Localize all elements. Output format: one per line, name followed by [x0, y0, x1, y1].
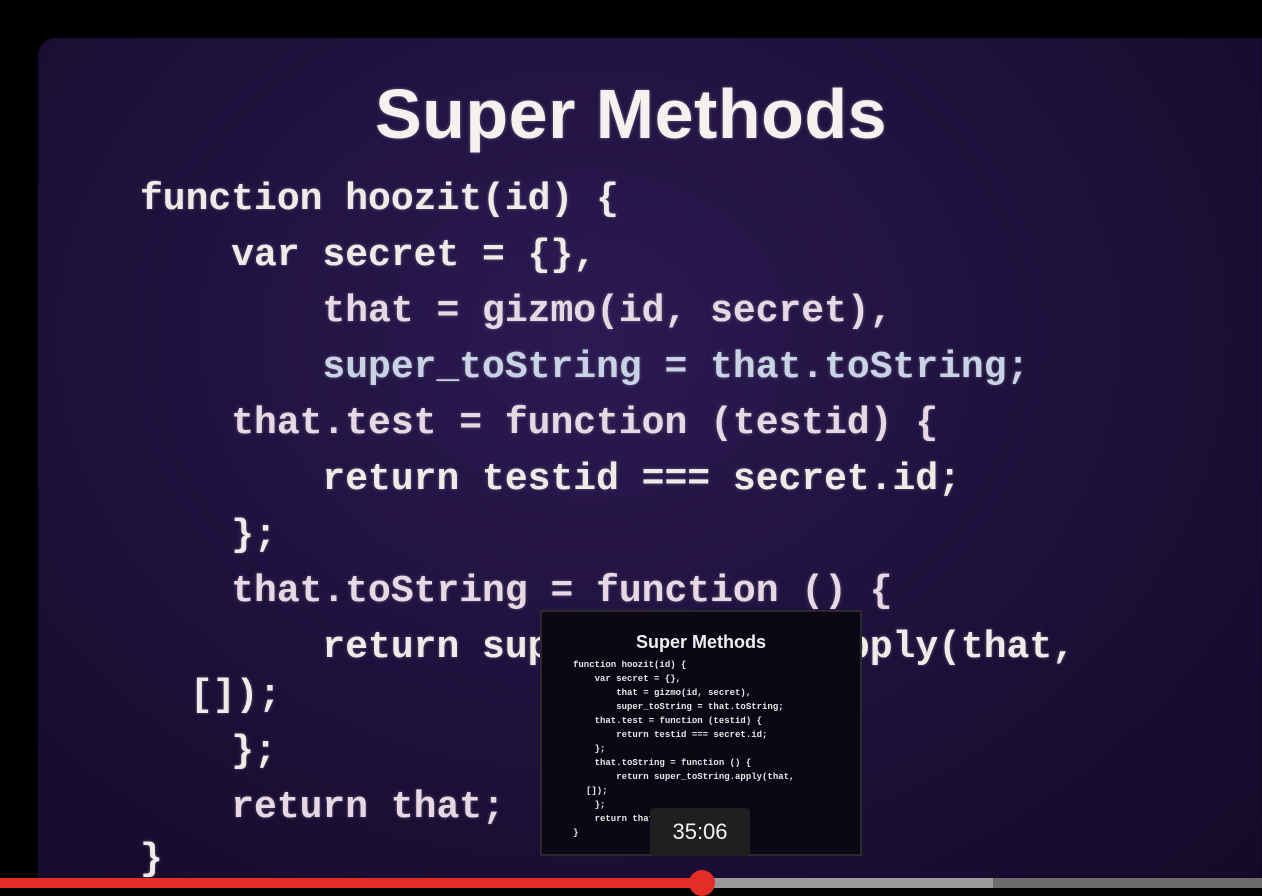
code-line: return that;	[140, 786, 505, 829]
preview-code-line: super_toString = that.toString;	[573, 702, 784, 712]
code-line: that.test = function (testid) {	[140, 402, 939, 445]
preview-code-line: function hoozit(id) {	[573, 660, 687, 670]
code-line: that = gizmo(id, secret),	[140, 290, 893, 333]
code-line: super_toString = that.toString;	[140, 346, 1030, 389]
code-line: []);	[190, 674, 282, 717]
progress-bar[interactable]	[0, 878, 1262, 888]
preview-code-line: };	[573, 800, 606, 810]
code-line: that.toString = function () {	[140, 570, 893, 613]
video-frame[interactable]: Super Methods function hoozit(id) { var …	[0, 0, 1262, 888]
code-line: };	[140, 730, 277, 773]
preview-code-line: return super_toString.apply(that,	[573, 772, 795, 782]
preview-code-line: return that;	[573, 814, 660, 824]
progress-scrubber-handle[interactable]	[688, 870, 715, 896]
code-line: var secret = {},	[140, 234, 597, 277]
preview-code-line: return testid === secret.id;	[573, 730, 768, 740]
preview-code-line: that.test = function (testid) {	[573, 716, 763, 726]
preview-code-line: var secret = {},	[573, 674, 682, 684]
preview-code-line: }	[573, 828, 579, 838]
code-line: function hoozit(id) {	[140, 178, 619, 221]
preview-code-line: that.toString = function () {	[573, 758, 752, 768]
code-line: };	[140, 514, 277, 557]
progress-played	[0, 878, 702, 888]
preview-code-line: };	[573, 744, 606, 754]
seek-time-tooltip: 35:06	[650, 808, 750, 856]
preview-code-line: []);	[586, 786, 608, 796]
preview-code-line: that = gizmo(id, secret),	[573, 688, 752, 698]
code-line: return testid === secret.id;	[140, 458, 961, 501]
preview-title: Super Methods	[635, 632, 766, 652]
code-line: }	[140, 838, 163, 881]
slide-title: Super Methods	[374, 75, 888, 153]
